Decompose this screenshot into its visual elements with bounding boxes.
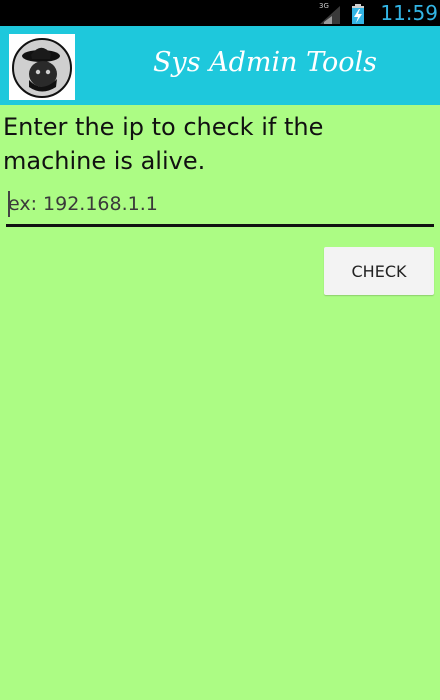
status-time: 11:59 [380, 1, 438, 25]
signal-icon: 3G [319, 2, 340, 24]
text-cursor [8, 191, 10, 217]
app-title: Sys Admin Tools [152, 47, 378, 78]
app-bar: Sys Admin Tools [0, 26, 440, 105]
status-bar: 3G 11:59 [0, 0, 440, 26]
app-logo[interactable] [9, 34, 75, 100]
ip-prompt-text: Enter the ip to check if the machine is … [3, 113, 324, 175]
check-button[interactable]: CHECK [324, 247, 434, 295]
battery-charging-icon [352, 4, 364, 24]
fedora-logo-icon [12, 38, 72, 98]
network-type-label: 3G [319, 2, 329, 10]
ip-address-input[interactable] [6, 187, 434, 227]
